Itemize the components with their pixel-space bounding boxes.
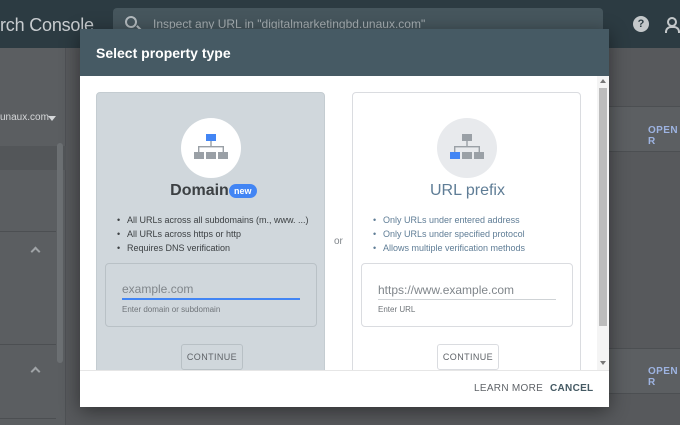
list-item: All URLs across https or http bbox=[117, 227, 309, 241]
url-input-hint: Enter URL bbox=[378, 305, 416, 314]
domain-input-hint: Enter domain or subdomain bbox=[122, 305, 221, 314]
sitemap-icon bbox=[194, 134, 228, 159]
domain-field-container: Enter domain or subdomain bbox=[105, 263, 317, 327]
scroll-down-icon[interactable] bbox=[600, 361, 606, 365]
url-prefix-features: Only URLs under entered address Only URL… bbox=[373, 213, 525, 255]
open-report-link[interactable]: OPEN R bbox=[648, 125, 680, 147]
domain-continue-button[interactable]: CONTINUE bbox=[181, 344, 243, 370]
url-continue-button[interactable]: CONTINUE bbox=[437, 344, 499, 370]
list-item: Only URLs under specified protocol bbox=[373, 227, 525, 241]
dialog-footer: LEARN MORE CANCEL bbox=[80, 370, 609, 407]
list-item: Only URLs under entered address bbox=[373, 213, 525, 227]
dialog-body: Domain new All URLs across all subdomain… bbox=[80, 76, 609, 370]
url-field-container: Enter URL bbox=[361, 263, 573, 327]
sidebar-divider bbox=[0, 344, 56, 345]
chevron-up-icon[interactable] bbox=[30, 366, 41, 377]
help-icon[interactable]: ? bbox=[633, 16, 649, 32]
sidebar-divider bbox=[0, 418, 56, 419]
new-badge: new bbox=[229, 184, 257, 198]
domain-icon-circle bbox=[181, 118, 241, 178]
url-prefix-icon-circle bbox=[437, 118, 497, 178]
dialog-header: Select property type bbox=[80, 29, 609, 76]
domain-option-card[interactable]: Domain new All URLs across all subdomain… bbox=[96, 92, 325, 370]
domain-title: Domain bbox=[170, 182, 229, 199]
dialog-scrollbar[interactable] bbox=[597, 76, 609, 370]
dialog-title: Select property type bbox=[96, 45, 231, 61]
url-prefix-title: URL prefix bbox=[430, 182, 505, 199]
list-item: All URLs across all subdomains (m., www.… bbox=[117, 213, 309, 227]
sidebar: unaux.com bbox=[0, 48, 66, 425]
users-icon[interactable] bbox=[665, 16, 680, 33]
select-property-dialog: Select property type Domain new All bbox=[80, 29, 609, 407]
open-report-link[interactable]: OPEN R bbox=[648, 366, 680, 388]
domain-features: All URLs across all subdomains (m., www.… bbox=[117, 213, 309, 255]
cancel-button[interactable]: CANCEL bbox=[550, 383, 593, 394]
sidebar-scrollbar[interactable] bbox=[57, 143, 63, 363]
dropdown-caret-icon bbox=[48, 116, 56, 121]
scrollbar-thumb[interactable] bbox=[599, 88, 607, 326]
or-separator: or bbox=[334, 236, 343, 247]
sitemap-icon bbox=[450, 134, 484, 159]
learn-more-button[interactable]: LEARN MORE bbox=[474, 383, 543, 394]
scroll-up-icon[interactable] bbox=[600, 79, 606, 83]
domain-input[interactable] bbox=[122, 280, 300, 300]
list-item: Allows multiple verification methods bbox=[373, 241, 525, 255]
property-name: unaux.com bbox=[0, 112, 49, 123]
search-icon bbox=[125, 16, 137, 28]
url-prefix-option-card[interactable]: URL prefix Only URLs under entered addre… bbox=[352, 92, 581, 370]
list-item: Requires DNS verification bbox=[117, 241, 309, 255]
url-input[interactable] bbox=[378, 280, 556, 300]
sidebar-divider bbox=[0, 231, 56, 232]
property-selector[interactable]: unaux.com bbox=[0, 104, 66, 132]
chevron-up-icon[interactable] bbox=[30, 246, 41, 257]
